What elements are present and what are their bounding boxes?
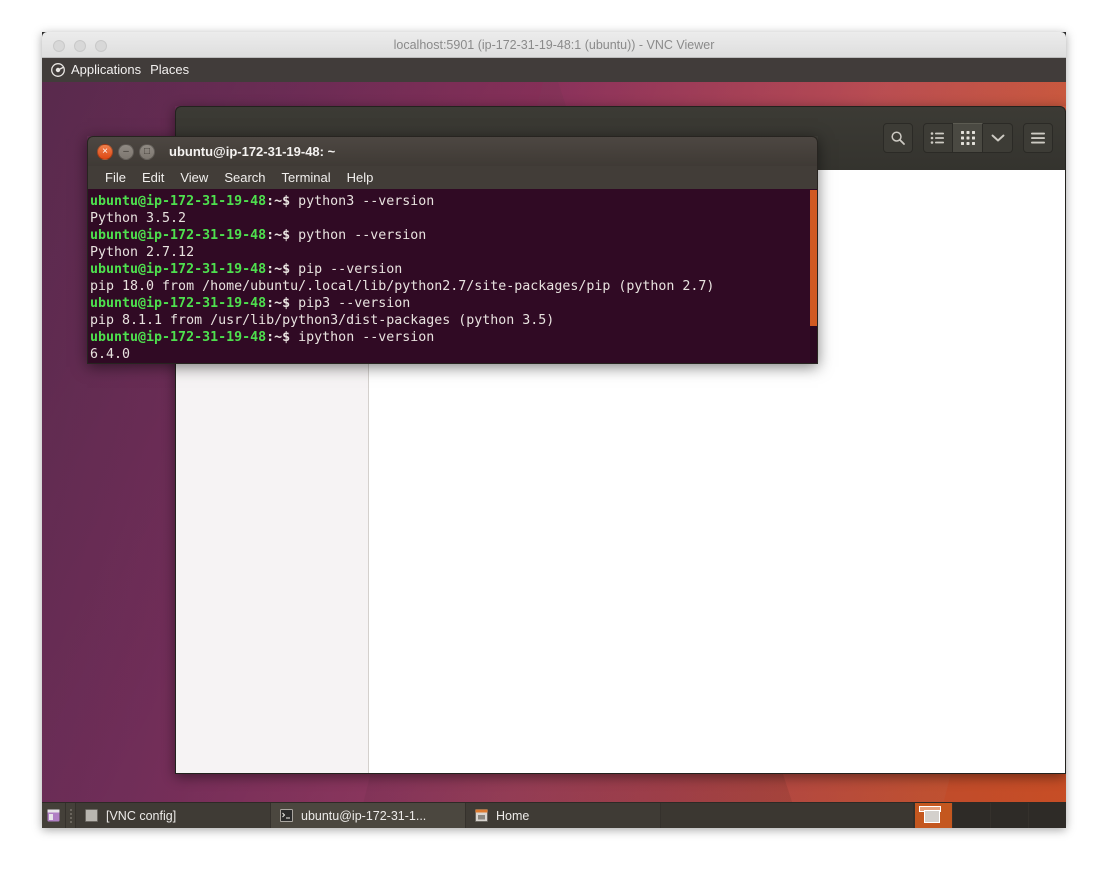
terminal-output-text: pip 8.1.1 from /usr/lib/python3/dist-pac… (90, 313, 555, 328)
terminal-window-title: ubuntu@ip-172-31-19-48: ~ (169, 144, 336, 159)
terminal-command-text: pip --version (298, 262, 403, 277)
terminal-titlebar: × – □ ubuntu@ip-172-31-19-48: ~ (87, 136, 818, 166)
terminal-maximize-button[interactable]: □ (139, 143, 155, 160)
search-icon[interactable] (883, 123, 913, 153)
workspace-switcher (914, 803, 1066, 828)
vnc-titlebar: localhost:5901 (ip-172-31-19-48:1 (ubunt… (42, 32, 1066, 58)
menu-applications[interactable]: Applications (71, 58, 150, 82)
view-mode-group (923, 123, 1013, 153)
gnome-taskbar: [VNC config] ubuntu@ip-172-31-1... Home (42, 802, 1066, 828)
terminal-command-line: ubuntu@ip-172-31-19-48:~$ pip --version (90, 261, 817, 278)
vnc-viewer-window: localhost:5901 (ip-172-31-19-48:1 (ubunt… (42, 32, 1066, 828)
terminal-prompt: ubuntu@ip-172-31-19-48 (90, 194, 267, 209)
terminal-output-line: pip 18.0 from /home/ubuntu/.local/lib/py… (90, 278, 817, 295)
terminal-output-line: Python 2.7.12 (90, 244, 817, 261)
list-view-icon[interactable] (923, 123, 953, 153)
terminal-scrollbar[interactable] (810, 190, 817, 363)
terminal-prompt: ubuntu@ip-172-31-19-48 (90, 296, 267, 311)
terminal-window: × – □ ubuntu@ip-172-31-19-48: ~ File Edi… (87, 136, 818, 364)
workspace-4[interactable] (1028, 803, 1066, 828)
terminal-output-line: 6.4.0 (90, 346, 817, 363)
taskbar-item-home[interactable]: Home (466, 803, 661, 828)
terminal-prompt-tail: :~$ (266, 194, 299, 209)
workspace-2[interactable] (952, 803, 990, 828)
taskbar-item-terminal[interactable]: ubuntu@ip-172-31-1... (271, 803, 466, 828)
taskbar-item-label: ubuntu@ip-172-31-1... (301, 808, 427, 823)
terminal-output-line: pip 8.1.1 from /usr/lib/python3/dist-pac… (90, 312, 817, 329)
terminal-command-line: ubuntu@ip-172-31-19-48:~$ ipython --vers… (90, 329, 817, 346)
terminal-menu-edit[interactable]: Edit (134, 166, 172, 189)
gnome-desktop: Applications Places × – □ ubuntu@ip-172-… (42, 58, 1066, 828)
terminal-icon (279, 808, 294, 823)
taskbar-item-label: Home (496, 808, 530, 823)
hamburger-menu-icon[interactable] (1023, 123, 1053, 153)
workspace-3[interactable] (990, 803, 1028, 828)
taskbar-grip[interactable] (66, 803, 76, 828)
menu-group (1023, 123, 1053, 153)
gnome-top-panel: Applications Places (42, 58, 1066, 82)
terminal-output-text: Python 2.7.12 (90, 245, 195, 260)
terminal-prompt-tail: :~$ (266, 228, 299, 243)
terminal-prompt: ubuntu@ip-172-31-19-48 (90, 228, 267, 243)
terminal-output-text: 6.4.0 (90, 347, 131, 362)
terminal-screen[interactable]: ubuntu@ip-172-31-19-48:~$ python3 --vers… (87, 189, 818, 364)
terminal-command-text: ipython --version (298, 330, 435, 345)
search-group (883, 123, 913, 153)
window-icon (84, 808, 99, 823)
terminal-close-button[interactable]: × (97, 143, 113, 160)
terminal-menu-search[interactable]: Search (216, 166, 273, 189)
chevron-down-icon[interactable] (983, 123, 1013, 153)
folder-window-icon (474, 808, 489, 823)
show-desktop-icon[interactable] (42, 803, 66, 828)
terminal-command-text: python --version (298, 228, 427, 243)
workspace-1[interactable] (914, 803, 952, 828)
terminal-output-text: Python 3.5.2 (90, 211, 187, 226)
terminal-menu-terminal[interactable]: Terminal (274, 166, 339, 189)
terminal-menubar: File Edit View Search Terminal Help (87, 166, 818, 189)
terminal-command-text: python3 --version (298, 194, 435, 209)
grid-view-icon[interactable] (953, 123, 983, 153)
terminal-prompt-tail: :~$ (266, 296, 299, 311)
terminal-command-line: ubuntu@ip-172-31-19-48:~$ pip3 --version (90, 295, 817, 312)
terminal-command-line: ubuntu@ip-172-31-19-48:~$ python3 --vers… (90, 193, 817, 210)
terminal-prompt-tail: :~$ (266, 262, 299, 277)
taskbar-item-label: [VNC config] (106, 808, 177, 823)
terminal-prompt: ubuntu@ip-172-31-19-48 (90, 262, 267, 277)
taskbar-item-vnc-config[interactable]: [VNC config] (76, 803, 271, 828)
terminal-minimize-button[interactable]: – (118, 143, 134, 160)
terminal-command-text: pip3 --version (298, 296, 411, 311)
taskbar-spacer (661, 803, 914, 828)
terminal-prompt-tail: :~$ (266, 330, 299, 345)
menu-places[interactable]: Places (150, 58, 198, 82)
terminal-menu-view[interactable]: View (172, 166, 216, 189)
terminal-menu-help[interactable]: Help (339, 166, 382, 189)
terminal-menu-file[interactable]: File (97, 166, 134, 189)
ubuntu-circle-icon[interactable] (50, 63, 65, 78)
terminal-command-line: ubuntu@ip-172-31-19-48:~$ python --versi… (90, 227, 817, 244)
terminal-output-line: Python 3.5.2 (90, 210, 817, 227)
terminal-output-text: pip 18.0 from /home/ubuntu/.local/lib/py… (90, 279, 715, 294)
terminal-prompt: ubuntu@ip-172-31-19-48 (90, 330, 267, 345)
terminal-scrollbar-thumb[interactable] (810, 190, 817, 326)
file-manager-toolbar (883, 123, 1053, 153)
vnc-window-title: localhost:5901 (ip-172-31-19-48:1 (ubunt… (393, 38, 715, 52)
